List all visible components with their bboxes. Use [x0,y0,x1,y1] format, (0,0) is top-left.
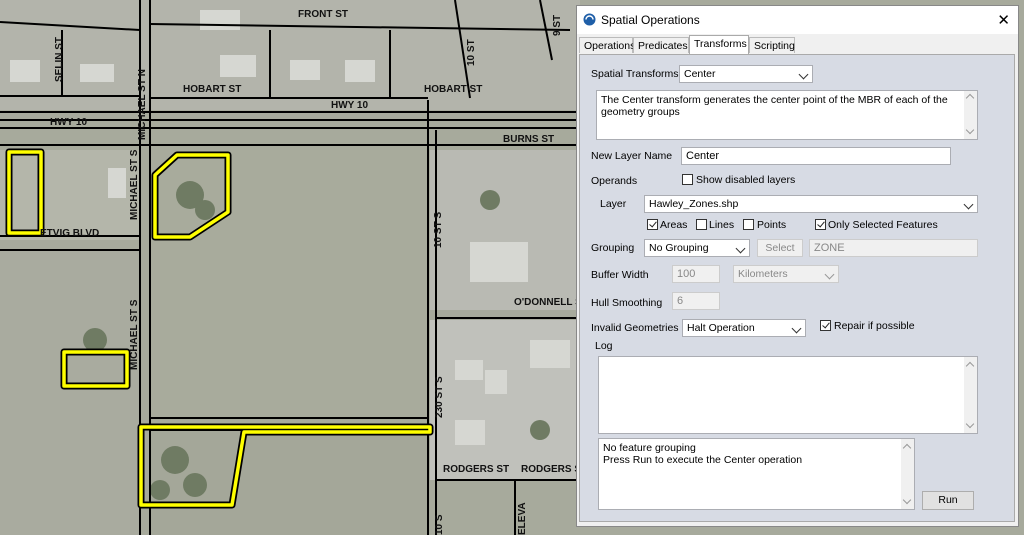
invalid-geometries-select[interactable]: Halt Operation [682,319,806,337]
chevron-down-icon [735,243,746,254]
label-hobart-st-west: HOBART ST [183,84,241,95]
map-industrial-north [430,150,580,310]
buffer-width-input[interactable]: 100 [672,265,720,283]
label-10-s-bottom: 10 S [434,514,445,535]
label-michael-st-n: MICHAEL ST N [137,69,148,140]
label-10-st-s: 10 ST S [433,212,444,248]
buffer-width-label: Buffer Width [591,269,649,281]
label-michael-st-s-upper: MICHAEL ST S [129,149,140,220]
label-10-st: 10 ST [466,39,477,66]
only-selected-features-label: Only Selected Features [828,219,938,231]
label-front-st: FRONT ST [298,9,348,20]
layer-select[interactable]: Hawley_Zones.shp [644,195,978,213]
lines-checkbox[interactable] [696,219,707,230]
label-elevator: ELEVA [517,502,528,535]
grouping-field-value: ZONE [814,242,845,254]
select-button[interactable]: Select [757,239,803,257]
scroll-up-icon[interactable] [902,443,912,453]
scroll-down-icon[interactable] [902,495,912,505]
spatial-transforms-label: Spatial Transforms [591,68,679,80]
buffer-units-select[interactable]: Kilometers [733,265,839,283]
dialog-title: Spatial Operations [601,13,700,27]
grouping-value: No Grouping [649,242,709,254]
log-label: Log [595,340,613,352]
label-rodgers-st-east: RODGERS S [521,464,581,475]
scroll-down-icon[interactable] [965,419,975,429]
hull-smoothing-label: Hull Smoothing [591,297,663,309]
spatial-operations-dialog: Spatial Operations ✕ Operations Predicat… [576,5,1019,527]
areas-label: Areas [660,219,688,231]
grouping-field-input[interactable]: ZONE [809,239,978,257]
layer-label: Layer [600,198,627,210]
label-odonnell-st: O'DONNELL S [514,297,582,308]
scroll-up-icon[interactable] [965,361,975,371]
label-hwy10-center: HWY 10 [331,100,368,111]
label-rodgers-st-west: RODGERS ST [443,464,509,475]
new-layer-name-value: Center [686,150,720,162]
lines-label: Lines [709,219,735,231]
spatial-transforms-value: Center [684,68,716,80]
tab-operations[interactable]: Operations [579,37,635,53]
grouping-select[interactable]: No Grouping [644,239,750,257]
buffer-width-value: 100 [677,268,696,280]
new-layer-name-input[interactable]: Center [681,147,951,165]
hull-smoothing-input[interactable]: 6 [672,292,720,310]
show-disabled-layers-checkbox[interactable] [682,174,693,185]
new-layer-name-label: New Layer Name [591,150,673,162]
chevron-down-icon [963,199,974,210]
tab-scripting[interactable]: Scripting [749,37,795,53]
layer-value: Hawley_Zones.shp [649,198,739,210]
hull-smoothing-value: 6 [677,295,684,307]
map-north-blocks [0,0,580,110]
operands-label: Operands [591,175,638,187]
log-box[interactable] [598,356,978,434]
title-bar[interactable]: Spatial Operations ✕ [577,6,1018,34]
tab-strip: Operations Predicates Transforms Scripti… [577,35,1018,54]
close-icon[interactable]: ✕ [997,11,1010,29]
label-burns-st: BURNS ST [503,134,554,145]
invalid-geometries-value: Halt Operation [687,322,755,334]
description-text: The Center transform generates the cente… [601,94,948,118]
show-disabled-layers-label: Show disabled layers [696,174,796,186]
status-box: No feature grouping Press Run to execute… [598,438,915,510]
buffer-units-value: Kilometers [738,268,788,280]
label-selin-st: SELIN ST [54,37,65,82]
spatial-transforms-select[interactable]: Center [679,65,813,83]
repair-if-possible-label: Repair if possible [834,320,915,332]
map-sw-field [0,250,140,535]
areas-checkbox[interactable] [647,219,658,230]
scroll-down-icon[interactable] [965,125,975,135]
invalid-geometries-label: Invalid Geometries [591,322,679,334]
label-230-st-s: 230 ST S [434,376,445,418]
only-selected-features-checkbox[interactable] [815,219,826,230]
description-box: The Center transform generates the cente… [596,90,978,140]
label-9-st: 9 ST [552,15,563,36]
label-etvig-blvd: ETVIG BLVD [40,228,99,239]
repair-if-possible-checkbox[interactable] [820,320,831,331]
label-michael-st-s-lower: MICHAEL ST S [129,299,140,370]
points-label: Points [757,219,787,231]
status-text: No feature grouping Press Run to execute… [603,442,803,466]
points-checkbox[interactable] [743,219,754,230]
label-hobart-st-east: HOBART ST [424,84,482,95]
app-globe-icon [583,13,596,26]
label-hwy10-west: HWY 10 [50,117,87,128]
status-scrollbar[interactable] [901,439,914,509]
chevron-down-icon [798,69,809,80]
chevron-down-icon [791,323,802,334]
tab-transforms[interactable]: Transforms [689,35,749,54]
run-button[interactable]: Run [922,491,974,510]
grouping-label: Grouping [591,242,635,254]
log-scrollbar[interactable] [964,357,977,433]
description-scrollbar[interactable] [964,91,977,139]
chevron-down-icon [824,269,835,280]
transforms-panel: Spatial Transforms Center The Center tra… [579,54,1015,522]
scroll-up-icon[interactable] [965,93,975,103]
tab-predicates[interactable]: Predicates [633,37,689,53]
